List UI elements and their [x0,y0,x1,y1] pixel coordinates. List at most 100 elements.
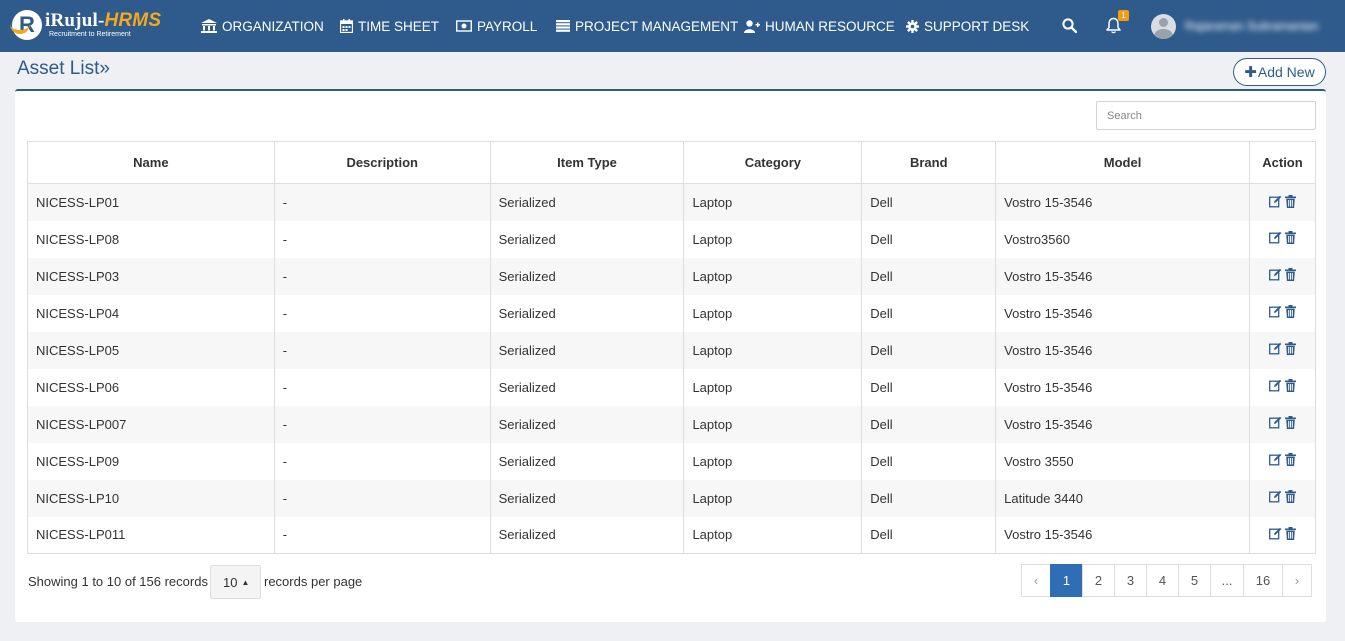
cell-item-type: Serialized [489,183,685,221]
cell-action [1248,257,1317,295]
column-header-action[interactable]: Action [1248,141,1317,184]
page-button-3[interactable]: 3 [1114,564,1147,597]
cell-model: Vostro 15-3546 [995,368,1250,406]
search-icon[interactable] [1062,18,1077,33]
cell-description: - [273,516,491,554]
user-plus-icon [744,19,760,33]
nav-time-sheet-label: TIME SHEET [358,18,440,34]
list-icon [556,20,570,32]
trash-icon[interactable] [1284,305,1296,321]
nav-project-management[interactable]: PROJECT MANAGEMENT [556,0,738,52]
edit-icon[interactable] [1269,305,1282,321]
cog-icon [906,19,919,33]
cell-action [1248,516,1317,554]
cell-category: Laptop [683,368,863,406]
edit-icon[interactable] [1269,453,1282,469]
per-page-select[interactable]: 10 ▲ [210,565,261,599]
column-header-name[interactable]: Name [27,141,275,184]
cell-description: - [273,442,491,480]
brand-logo[interactable]: R iRujul-HRMS Recruitment to Retirement [10,10,162,40]
cell-description: - [273,294,491,332]
pagination: ‹ 1 2 3 4 5... 16 › [1021,564,1312,597]
cell-description: - [273,257,491,295]
search-input[interactable] [1096,101,1316,130]
nav-organization[interactable]: ORGANIZATION [201,0,324,52]
cell-description: - [273,331,491,369]
logo-mark-icon: R [10,10,42,40]
cell-brand: Dell [861,331,997,369]
column-header-item-type[interactable]: Item Type [489,141,685,184]
table-row: NICESS-LP06- Serialized Laptop Dell Vostro 1… [27,368,1317,406]
nav-support-desk[interactable]: SUPPORT DESK [906,0,1029,52]
edit-icon[interactable] [1269,527,1282,543]
cell-model: Latitude 3440 [995,479,1250,517]
page-button-2[interactable]: 2 [1082,564,1115,597]
edit-icon[interactable] [1269,490,1282,506]
edit-icon[interactable] [1269,268,1282,284]
brand-name-hrms: HRMS [104,10,162,31]
top-navbar: R iRujul-HRMS Recruitment to Retirement … [0,0,1345,52]
table-row: NICESS-LP10- Serialized Laptop Dell Latitude… [27,479,1317,517]
trash-icon[interactable] [1284,231,1296,247]
avatar[interactable] [1151,14,1176,39]
cell-description: - [273,220,491,258]
cell-model: Vostro 15-3546 [995,405,1250,443]
trash-icon[interactable] [1284,453,1296,469]
page-button-1[interactable]: 1 [1050,564,1083,597]
column-header-description[interactable]: Description [273,141,491,184]
asset-list-card: NameDescriptionItem TypeCategoryBrandMod… [15,89,1326,622]
user-name[interactable]: Rajaraman Subramanian [1185,19,1318,33]
trash-icon[interactable] [1284,490,1296,506]
cell-model: Vostro 15-3546 [995,294,1250,332]
edit-icon[interactable] [1269,379,1282,395]
edit-icon[interactable] [1269,195,1282,211]
cell-category: Laptop [683,479,863,517]
add-new-button[interactable]: ✚ Add New [1233,58,1326,86]
calendar-icon [340,19,353,33]
brand-name: iRujul- [45,10,105,31]
nav-time-sheet[interactable]: TIME SHEET [340,0,439,52]
cell-name: NICESS-LP011 [27,516,275,554]
cell-brand: Dell [861,220,997,258]
cell-action [1248,294,1317,332]
page-button-4[interactable]: 4 [1146,564,1179,597]
column-header-category[interactable]: Category [683,141,863,184]
cell-name: NICESS-LP09 [27,442,275,480]
trash-icon[interactable] [1284,268,1296,284]
trash-icon[interactable] [1284,194,1296,211]
table-row: NICESS-LP05- Serialized Laptop Dell Vostro 1… [27,331,1317,369]
cell-category: Laptop [683,183,863,221]
page-ellipsis[interactable]: ... [1210,564,1244,597]
nav-human-resource[interactable]: HUMAN RESOURCE [744,0,895,52]
column-header-model[interactable]: Model [995,141,1250,184]
cell-name: NICESS-LP04 [27,294,275,332]
edit-icon[interactable] [1269,416,1282,432]
trash-icon[interactable] [1284,527,1296,543]
notification-badge: 1 [1118,10,1129,21]
cell-item-type: Serialized [489,331,685,369]
cell-category: Laptop [683,257,863,295]
trash-icon[interactable] [1284,379,1296,395]
asset-table: Name Description Item Type Category Brand Mod… [27,141,1317,554]
page-button-5[interactable]: 5 [1178,564,1211,597]
page-prev-button[interactable]: ‹ [1021,564,1051,597]
edit-icon[interactable] [1269,342,1282,358]
page-next-button[interactable]: › [1282,564,1312,597]
trash-icon[interactable] [1284,416,1296,432]
nav-payroll[interactable]: PAYROLL [456,0,537,52]
edit-icon[interactable] [1269,231,1282,247]
cell-item-type: Serialized [489,220,685,258]
cell-item-type: Serialized [489,442,685,480]
column-header-brand[interactable]: Brand [861,141,997,184]
page-title: Asset List» [17,58,110,79]
cell-brand: Dell [861,442,997,480]
nav-payroll-label: PAYROLL [477,18,538,34]
cell-category: Laptop [683,220,863,258]
cell-brand: Dell [861,405,997,443]
cell-category: Laptop [683,516,863,554]
nav-human-resource-label: HUMAN RESOURCE [765,18,895,34]
cell-model: Vostro 3550 [995,442,1250,480]
trash-icon[interactable] [1284,342,1296,358]
page-button-16[interactable]: 16 [1243,564,1283,597]
cell-name: NICESS-LP007 [27,405,275,443]
